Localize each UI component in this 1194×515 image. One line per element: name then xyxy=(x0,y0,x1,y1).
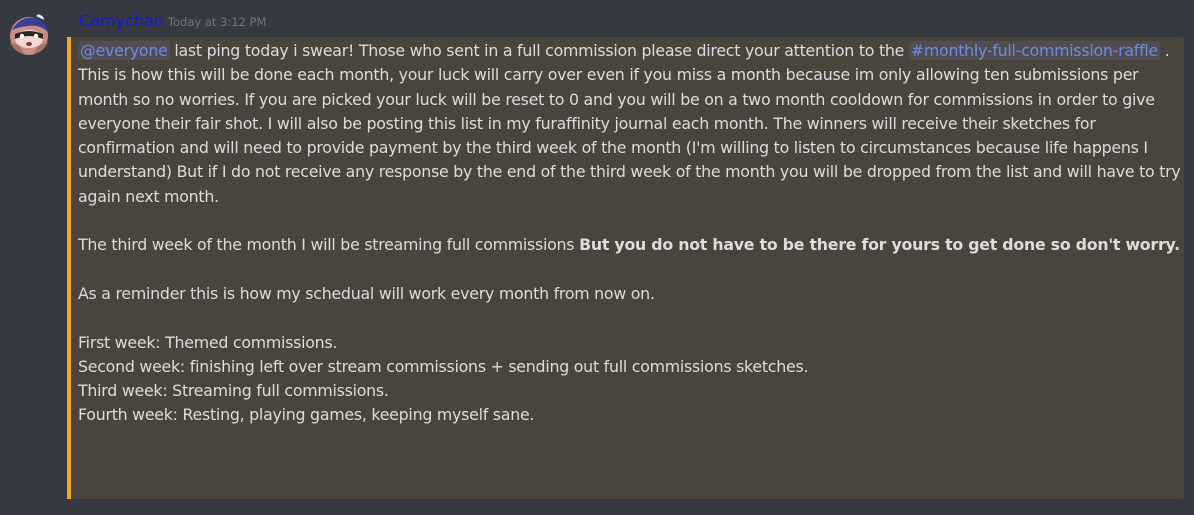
message-paragraph: The third week of the month I will be st… xyxy=(78,233,1182,257)
message-paragraph: @everyone last ping today i swear! Those… xyxy=(78,39,1182,209)
avatar-icon xyxy=(6,12,52,58)
author-name[interactable]: Camychan xyxy=(79,11,164,30)
schedule-line: First week: Themed commissions. xyxy=(78,332,338,352)
schedule-line: Third week: Streaming full commissions. xyxy=(78,381,389,401)
message-content: @everyone last ping today i swear! Those… xyxy=(78,39,1182,428)
chat-message: Camychan Today at 3:12 PM @everyone last … xyxy=(0,0,1194,515)
message-text: The third week of the month I will be st… xyxy=(78,235,580,255)
message-header: Camychan Today at 3:12 PM xyxy=(79,11,266,33)
schedule-line: Second week: finishing left over stream … xyxy=(78,356,809,376)
avatar[interactable] xyxy=(6,12,52,58)
message-paragraph: As a reminder this is how my schedual wi… xyxy=(78,283,655,303)
message-text: last ping today i swear! Those who sent … xyxy=(169,41,909,60)
channel-mention[interactable]: #monthly-full-commission-raffle xyxy=(908,41,1161,60)
mention-everyone[interactable]: @everyone xyxy=(78,41,170,60)
message-text: . This is how this will be done each mon… xyxy=(78,41,1181,206)
timestamp: Today at 3:12 PM xyxy=(167,15,267,29)
bold-text: But you do not have to be there for your… xyxy=(579,235,1180,255)
schedule-line: Fourth week: Resting, playing games, kee… xyxy=(78,405,535,425)
